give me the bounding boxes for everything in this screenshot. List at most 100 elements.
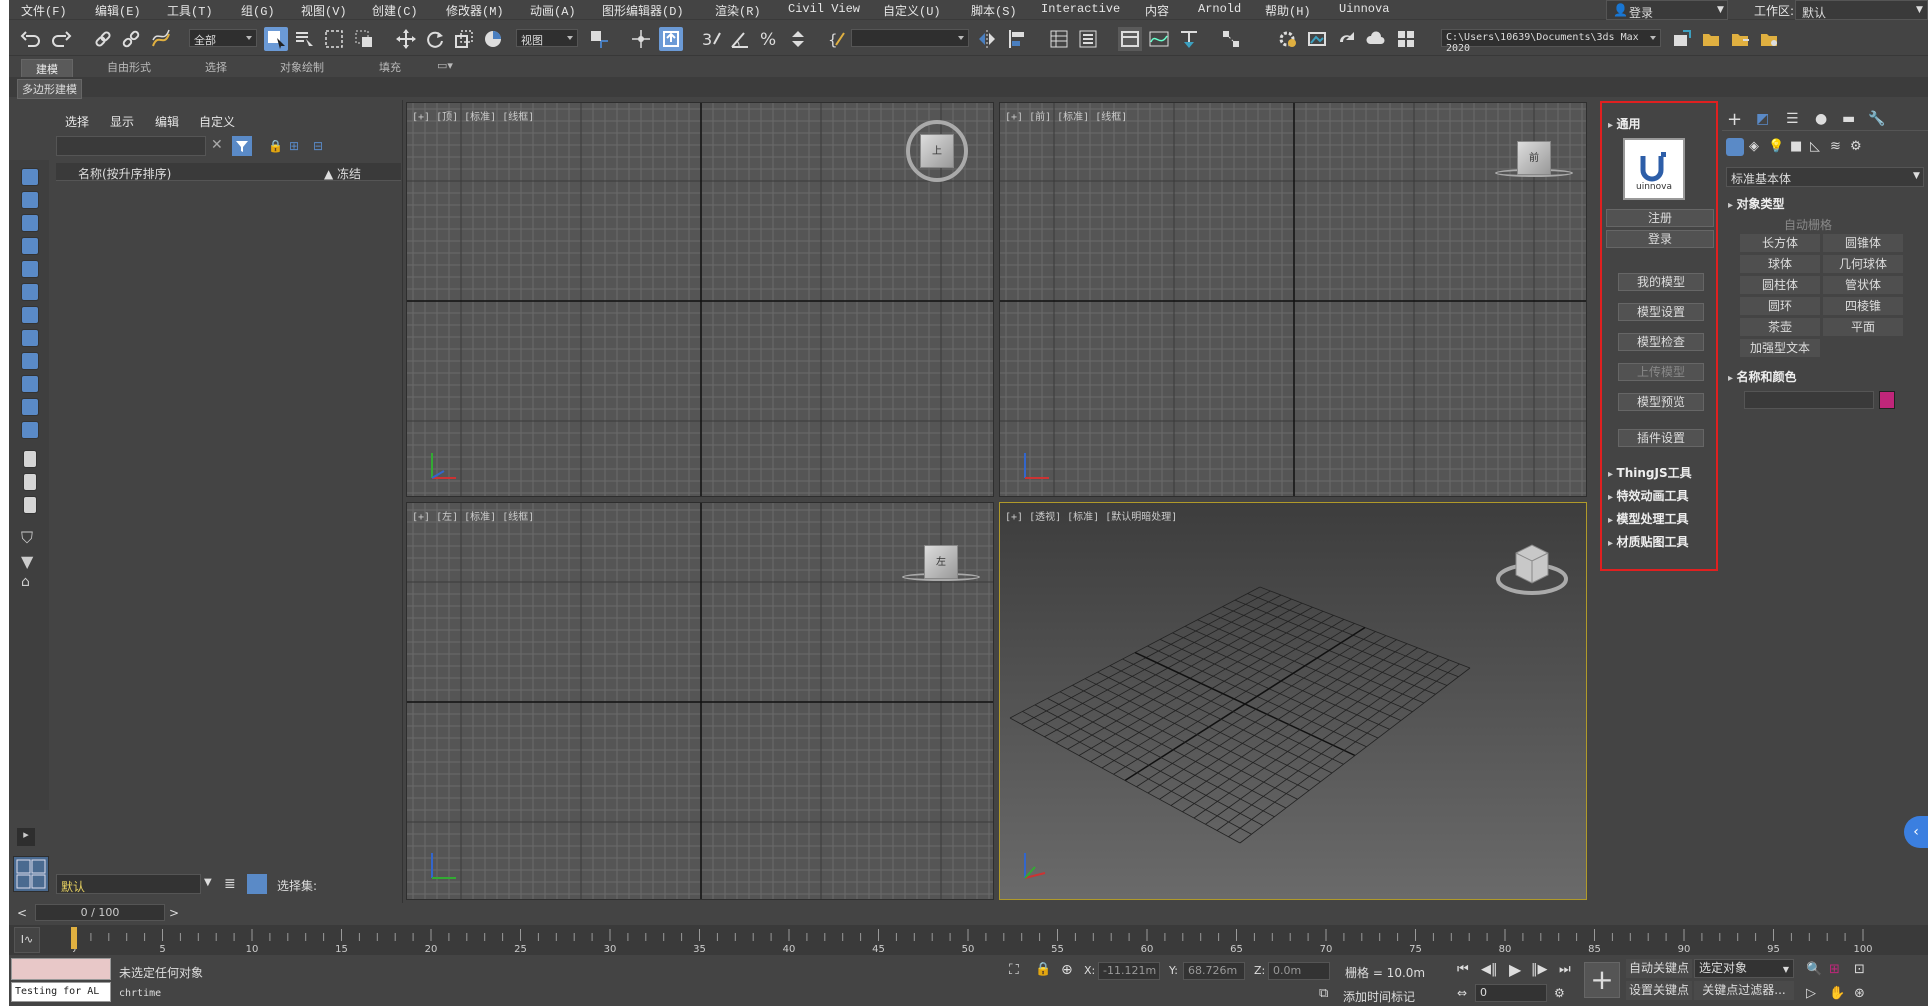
menu-arnold[interactable]: Arnold [1198, 2, 1241, 16]
play-icon[interactable]: ▶ [1509, 960, 1521, 979]
menu-animation[interactable]: 动画(A) [530, 2, 576, 19]
group-filter-icon[interactable] [21, 306, 39, 324]
slider-next-icon[interactable]: > [169, 906, 179, 920]
material-editor-icon[interactable] [1219, 27, 1243, 51]
sync-icon[interactable]: ⌂ [21, 574, 30, 590]
viewport-left-label[interactable]: [+] [左] [标准] [线框] [412, 508, 534, 523]
ribbon-options-icon[interactable]: ▭▾ [437, 59, 453, 72]
key-target-dropdown[interactable]: 选定对象 ▼ [1694, 959, 1794, 978]
pan-icon[interactable]: ✋ [1829, 986, 1845, 1001]
render-cloud-icon[interactable] [1364, 27, 1388, 51]
menu-uinnova[interactable]: Uinnova [1339, 2, 1389, 16]
unlink-icon[interactable] [119, 27, 143, 51]
upload-model-button[interactable]: 上传模型 [1618, 363, 1704, 381]
x-coord-field[interactable]: -11.121m [1098, 962, 1160, 980]
model-check-button[interactable]: 模型检查 [1618, 333, 1704, 351]
viewcube-left[interactable]: 左 [924, 545, 958, 579]
hierarchy-alt-icon[interactable]: ⊟ [313, 139, 323, 153]
lock-icon[interactable]: 🔒 [268, 139, 283, 153]
viewcube-perspective[interactable] [1492, 533, 1572, 603]
scene-menu-customize[interactable]: 自定义 [199, 113, 235, 130]
set-key-icon[interactable]: + [1584, 962, 1620, 998]
snap-3d-icon[interactable]: 3 [699, 27, 723, 51]
tab-populate[interactable]: 填充 [379, 59, 401, 75]
menu-interactive[interactable]: Interactive [1041, 2, 1120, 16]
y-coord-field[interactable]: 68.726m [1183, 962, 1245, 980]
box-button[interactable]: 长方体 [1740, 234, 1820, 252]
tube-button[interactable]: 管状体 [1823, 276, 1903, 294]
geometry-icon[interactable] [1726, 138, 1744, 156]
section-material-texture-tools[interactable]: 材质贴图工具 [1608, 533, 1689, 550]
fov-icon[interactable]: ▷ [1806, 986, 1816, 1001]
layer-explorer-icon[interactable] [1076, 27, 1100, 51]
spacewarp-filter-icon[interactable] [21, 283, 39, 301]
menu-customize[interactable]: 自定义(U) [883, 2, 941, 19]
col-name[interactable]: 名称(按升序排序) [78, 165, 171, 182]
geosphere-button[interactable]: 几何球体 [1823, 255, 1903, 273]
menu-create[interactable]: 创建(C) [372, 2, 418, 19]
collapse-panel-icon[interactable]: ‹ [1904, 816, 1928, 848]
keyboard-shortcut-toggle-icon[interactable] [659, 27, 683, 51]
col-frozen[interactable]: ▲ 冻结 [324, 165, 361, 182]
sphere-button[interactable]: 球体 [1740, 255, 1820, 273]
slider-prev-icon[interactable]: < [17, 906, 27, 920]
viewport-perspective-label[interactable]: [+] [透视] [标准] [默认明暗处理] [1005, 508, 1177, 523]
viewport-front[interactable]: [+] [前] [标准] [线框] 前 [999, 102, 1587, 497]
utilities-tab-icon[interactable]: 🔧 [1868, 111, 1885, 127]
schematic-view-icon[interactable] [1177, 27, 1201, 51]
render-setup-icon[interactable] [1275, 27, 1299, 51]
camera-filter-icon[interactable] [21, 237, 39, 255]
hidden-filter-icon[interactable] [21, 421, 39, 439]
selection-set-icon[interactable] [247, 874, 267, 894]
undo-icon[interactable] [19, 27, 43, 51]
time-slider[interactable]: 0 / 100 [35, 904, 165, 921]
window-crossing-icon[interactable] [352, 27, 376, 51]
shapes-icon[interactable]: ◈ [1749, 139, 1759, 154]
menu-edit[interactable]: 编辑(E) [95, 2, 141, 19]
login-dropdown[interactable]: 👤 登录 ▼ [1606, 0, 1728, 20]
mirror-icon[interactable] [975, 27, 999, 51]
autogrid-checkbox[interactable]: 自动栅格 [1784, 216, 1832, 233]
menu-help[interactable]: 帮助(H) [1265, 2, 1311, 19]
viewcube-front[interactable]: 前 [1517, 141, 1551, 175]
scene-search-input[interactable] [56, 136, 206, 156]
maxscript-output[interactable]: Testing for AL [11, 982, 111, 1002]
zoom-icon[interactable]: 🔍 [1806, 962, 1822, 977]
open-folder-icon[interactable] [1699, 27, 1723, 51]
link-icon[interactable] [91, 27, 115, 51]
object-name-input[interactable] [1744, 391, 1874, 409]
menu-group[interactable]: 组(G) [241, 2, 275, 19]
teapot-button[interactable]: 茶壶 [1740, 318, 1820, 336]
viewport-top[interactable]: [+] [顶] [标准] [线框] 上 [406, 102, 994, 497]
bind-space-warp-icon[interactable] [149, 27, 173, 51]
viewport-top-label[interactable]: [+] [顶] [标准] [线框] [412, 108, 534, 123]
redo-icon[interactable] [49, 27, 73, 51]
funnel-icon[interactable]: ▼ [21, 552, 33, 571]
project-folder-icon[interactable] [1670, 27, 1694, 51]
display-all-icon[interactable] [23, 450, 37, 468]
viewcube-top[interactable]: 上 [920, 134, 954, 168]
chevron-down-icon[interactable]: ▼ [204, 877, 212, 888]
register-button[interactable]: 注册 [1606, 209, 1714, 227]
motion-tab-icon[interactable]: ● [1815, 111, 1827, 127]
curve-editor-icon[interactable] [1147, 27, 1171, 51]
primitive-type-dropdown[interactable]: 标准基本体 ▼ [1726, 167, 1924, 187]
menu-civil-view[interactable]: Civil View [788, 2, 860, 16]
scene-menu-edit[interactable]: 编辑 [155, 113, 179, 130]
percent-snap-icon[interactable]: % [758, 27, 782, 51]
isolate-icon[interactable]: ⛶ [1009, 962, 1019, 978]
filter-icon[interactable]: ⛉ [21, 528, 33, 548]
zoom-extents-icon[interactable]: ⊞ [1829, 962, 1840, 977]
rotate-icon[interactable] [423, 27, 447, 51]
login-button[interactable]: 登录 [1606, 230, 1714, 248]
name-color-rollout[interactable]: 名称和颜色 [1728, 368, 1797, 385]
tab-freeform[interactable]: 自由形式 [107, 59, 151, 75]
time-tag-icon[interactable]: ⧉ [1319, 986, 1328, 1001]
orbit-icon[interactable]: ⊛ [1854, 986, 1865, 1001]
rendered-frame-icon[interactable] [1305, 27, 1329, 51]
helper-filter-icon[interactable] [21, 260, 39, 278]
scale-icon[interactable] [452, 27, 476, 51]
modify-tab-icon[interactable]: ◩ [1756, 111, 1769, 127]
workspace-dropdown[interactable]: 默认 ▼ [1795, 0, 1928, 20]
scene-explorer-icon[interactable] [1047, 27, 1071, 51]
